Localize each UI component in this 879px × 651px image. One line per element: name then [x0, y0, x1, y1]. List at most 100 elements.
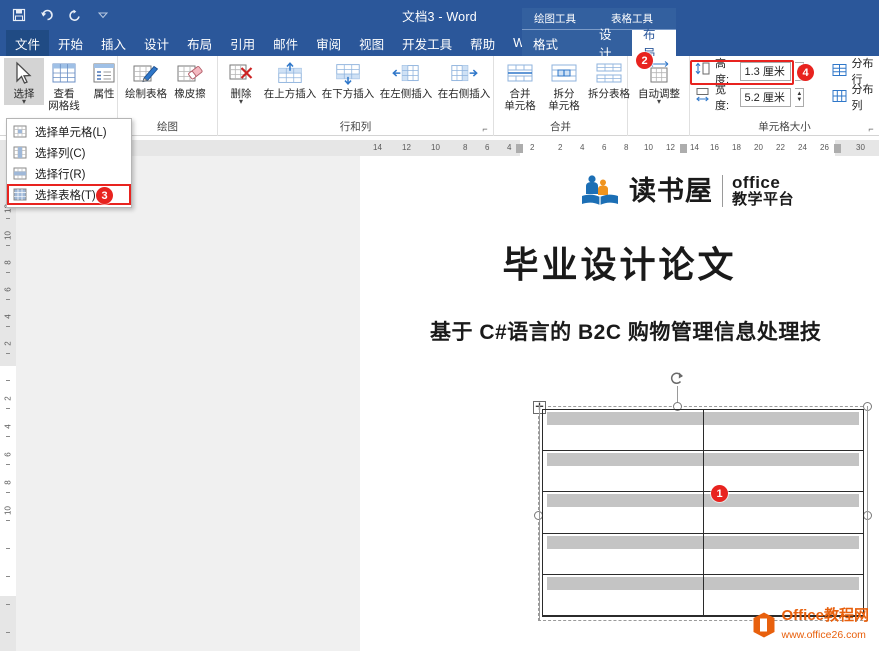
hruler-tick: 14 [373, 143, 382, 152]
rows-columns-dialog-launcher-icon[interactable]: ⌐ [480, 124, 490, 134]
select-cell-icon [13, 125, 27, 138]
vruler-tick: 2 [4, 336, 13, 352]
window-title: 文档3 - Word [0, 0, 879, 30]
menu-item-select-cell[interactable]: 选择单元格(L) [7, 121, 131, 142]
tab-design[interactable]: 设计 [135, 30, 178, 56]
column-width-stepper[interactable]: ▲▼ [795, 88, 804, 107]
delete-table-icon [226, 60, 256, 88]
menu-item-select-column-label: 选择列(C) [35, 145, 85, 161]
document-page[interactable]: 读书屋 office 教学平台 毕业设计论文 基于 C#语言的 B2C 购物管理… [360, 156, 879, 651]
distribute-columns-icon [832, 89, 847, 106]
menu-item-select-row[interactable]: 选择行(R) [7, 163, 131, 184]
tab-references[interactable]: 引用 [221, 30, 264, 56]
vruler-tick: 8 [4, 255, 13, 271]
select-button[interactable]: 选择 ▾ [4, 58, 44, 105]
watermark-title: Office教程网 [781, 607, 869, 624]
table-properties-icon [89, 60, 119, 88]
hruler-tick: 20 [754, 143, 763, 152]
office-logo-icon [752, 612, 776, 638]
hruler-column-marker[interactable] [680, 144, 687, 153]
ribbon-group-draw: 绘制表格 橡皮擦 绘图 [118, 56, 218, 136]
tab-home[interactable]: 开始 [49, 30, 92, 56]
hruler-indent-marker[interactable] [516, 144, 523, 153]
distribute-columns-button[interactable]: 分布列 [828, 86, 879, 108]
menu-item-select-cell-label: 选择单元格(L) [35, 124, 107, 140]
hruler-tick: 18 [732, 143, 741, 152]
ribbon-tab-strip: 文件 开始 插入 设计 布局 引用 邮件 审阅 视图 开发工具 帮助 WPS P… [0, 30, 879, 56]
selected-table-wrapper[interactable]: ✛ [520, 381, 850, 621]
insert-right-button[interactable]: 在右侧插入 [435, 58, 493, 100]
select-column-icon [13, 146, 27, 159]
logo-platform-text: 教学平台 [732, 192, 794, 208]
tab-developer[interactable]: 开发工具 [393, 30, 461, 56]
annotation-badge-2: 2 [636, 52, 653, 69]
split-cells-icon [549, 60, 579, 88]
tab-review[interactable]: 审阅 [307, 30, 350, 56]
rotate-handle-icon[interactable] [670, 371, 685, 386]
column-width-input[interactable]: 5.2 厘米 [740, 88, 792, 107]
insert-right-icon [449, 60, 479, 88]
insert-left-label: 在左侧插入 [380, 88, 433, 100]
vruler-tick: 10 [4, 503, 13, 519]
document-title: 毕业设计论文 [360, 236, 879, 288]
insert-left-button[interactable]: 在左侧插入 [377, 58, 435, 100]
view-gridlines-button[interactable]: 查看 网格线 [44, 58, 84, 112]
logo-right-text: office 教学平台 [732, 174, 794, 208]
split-table-icon [594, 60, 624, 88]
chevron-down-icon[interactable]: ▾ [657, 99, 661, 105]
vruler-tick: 6 [4, 282, 13, 298]
hruler-tick: 12 [666, 143, 675, 152]
tab-insert[interactable]: 插入 [92, 30, 135, 56]
split-table-label: 拆分表格 [588, 88, 630, 100]
select-dropdown-menu: 选择单元格(L) 选择列(C) 选择行(R) 选择表格(T) [6, 118, 132, 208]
tab-drawing-format[interactable]: 格式 [522, 30, 569, 56]
split-table-button[interactable]: 拆分表格 [586, 58, 632, 100]
delete-button[interactable]: 删除 ▾ [221, 58, 261, 105]
merge-cells-button[interactable]: 合并 单元格 [498, 58, 542, 112]
eraser-icon [175, 60, 205, 88]
watermark-url: www.office26.com [781, 629, 865, 641]
tab-mailings[interactable]: 邮件 [264, 30, 307, 56]
insert-left-icon [391, 60, 421, 88]
hruler-right-margin-marker[interactable] [834, 144, 841, 153]
menu-item-select-column[interactable]: 选择列(C) [7, 142, 131, 163]
tab-table-design[interactable]: 设计 [588, 30, 632, 56]
annotation-badge-3: 3 [96, 187, 113, 204]
insert-right-label: 在右侧插入 [438, 88, 491, 100]
contextual-group-table-tools: 表格工具 设计 布局 [588, 8, 676, 56]
ribbon-group-draw-label: 绘图 [118, 119, 217, 134]
row-height-input[interactable]: 1.3 厘米 [740, 62, 792, 81]
row-height-icon [694, 60, 711, 82]
horizontal-ruler[interactable]: 14 12 10 8 6 4 2 2 4 6 8 10 12 14 16 18 … [360, 140, 879, 156]
annotation-badge-4: 4 [797, 64, 814, 81]
chevron-down-icon[interactable]: ▾ [239, 99, 243, 105]
column-width-icon [694, 86, 711, 108]
view-gridlines-icon [49, 60, 79, 88]
vertical-ruler[interactable]: 12 10 8 6 4 2 2 4 6 8 10 [0, 156, 16, 651]
menu-item-select-row-label: 选择行(R) [35, 166, 85, 182]
draw-table-button[interactable]: 绘制表格 [123, 58, 169, 100]
insert-above-button[interactable]: 在上方插入 [261, 58, 319, 100]
tab-layout[interactable]: 布局 [178, 30, 221, 56]
document-area[interactable]: 读书屋 office 教学平台 毕业设计论文 基于 C#语言的 B2C 购物管理… [360, 156, 879, 651]
cell-size-dialog-launcher-icon[interactable]: ⌐ [866, 124, 876, 134]
annotation-badge-1: 1 [711, 485, 728, 502]
distribute-rows-button[interactable]: 分布行 [828, 60, 879, 82]
tab-file[interactable]: 文件 [6, 30, 49, 56]
tab-help[interactable]: 帮助 [461, 30, 504, 56]
hruler-tick: 6 [485, 143, 489, 152]
vruler-tick: 10 [4, 228, 13, 244]
hruler-tick: 8 [624, 143, 628, 152]
split-cells-button[interactable]: 拆分 单元格 [542, 58, 586, 112]
ribbon-group-rows-columns-label: 行和列 [218, 119, 493, 134]
document-table[interactable] [542, 409, 864, 617]
watermark: Office教程网 www.office26.com [752, 607, 869, 643]
contextual-label-drawing-tools: 绘图工具 [522, 8, 588, 30]
eraser-button[interactable]: 橡皮擦 [169, 58, 211, 100]
tab-table-layout[interactable]: 布局 [632, 30, 676, 56]
tab-view[interactable]: 视图 [350, 30, 393, 56]
document-logo: 读书屋 office 教学平台 [580, 174, 794, 208]
column-width-control: 宽度: 5.2 厘米 ▲▼ 分布列 [694, 86, 879, 108]
chevron-down-icon[interactable]: ▾ [22, 99, 26, 105]
insert-below-button[interactable]: 在下方插入 [319, 58, 377, 100]
